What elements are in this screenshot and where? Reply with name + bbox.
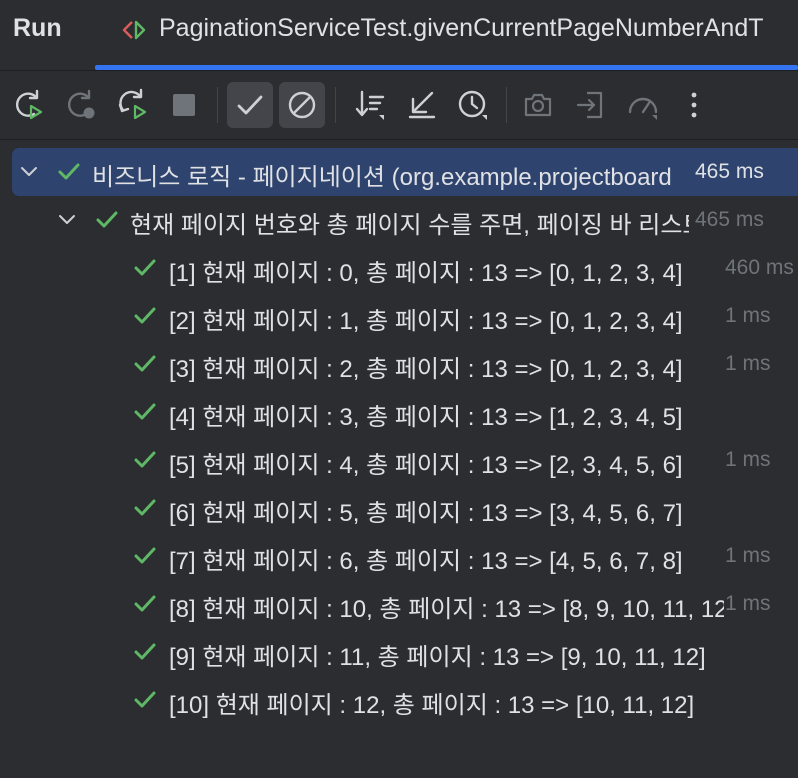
test-passed-icon [96,211,118,228]
import-tests-icon [576,91,603,119]
tree-node-test-case[interactable]: [8] 현재 페이지 : 10, 총 페이지 : 13 => [8, 9, 10… [0,580,798,628]
sort-by-duration-icon [458,90,487,120]
test-node-label: [5] 현재 페이지 : 4, 총 페이지 : 13 => [2, 3, 4, … [169,452,683,479]
sort-by-duration-button[interactable] [450,82,496,128]
more-options-icon [691,92,697,118]
test-duration: 1 ms [725,544,771,567]
tree-node-test-case[interactable]: [5] 현재 페이지 : 4, 총 페이지 : 13 => [2, 3, 4, … [0,436,798,484]
test-node-label: [3] 현재 페이지 : 2, 총 페이지 : 13 => [0, 1, 2, … [169,356,683,383]
test-node-label: [6] 현재 페이지 : 5, 총 페이지 : 13 => [3, 4, 5, … [169,500,683,527]
test-node-label: [2] 현재 페이지 : 1, 총 페이지 : 13 => [0, 1, 2, … [169,308,683,335]
tree-node-test-case[interactable]: [4] 현재 페이지 : 3, 총 페이지 : 13 => [1, 2, 3, … [0,388,798,436]
test-duration: 1 ms [725,352,771,375]
test-node-label: [4] 현재 페이지 : 3, 총 페이지 : 13 => [1, 2, 3, … [169,404,683,431]
test-node-label: [9] 현재 페이지 : 11, 총 페이지 : 13 => [9, 10, 1… [169,644,706,671]
rerun-button[interactable] [6,82,52,128]
test-node-label: 현재 페이지 번호와 총 페이지 수를 주면, 페이징 바 리스트를 만들어준다… [130,212,689,239]
toggle-auto-test-button[interactable] [110,82,156,128]
test-node-label: [10] 현재 페이지 : 12, 총 페이지 : 13 => [10, 11,… [169,692,695,719]
test-duration: 1 ms [725,448,771,471]
import-tests-button[interactable] [568,82,614,128]
test-node-label: [8] 현재 페이지 : 10, 총 페이지 : 13 => [8, 9, 10… [169,596,724,623]
tree-node-test-case[interactable]: [6] 현재 페이지 : 5, 총 페이지 : 13 => [3, 4, 5, … [0,484,798,532]
show-passed-icon [237,95,263,115]
test-passed-icon [134,307,156,324]
test-passed-icon [134,547,156,564]
show-ignored-toggle[interactable] [279,82,325,128]
tool-window-title: Run [13,14,62,42]
stop-button[interactable] [161,82,207,128]
test-passed-icon [134,643,156,660]
test-duration: 460 ms [725,256,794,279]
test-duration: 1 ms [725,592,771,615]
sort-alphabetically-icon [355,90,385,120]
screenshot-icon [524,93,552,117]
tree-node-test-class[interactable]: 비즈니스 로직 - 페이지네이션 (org.example.projectboa… [12,148,798,196]
screenshot-button[interactable] [515,82,561,128]
tab-title: PaginationServiceTest.givenCurrentPageNu… [159,14,764,42]
test-duration: 1 ms [725,304,771,327]
rerun-failed-icon [67,89,95,119]
test-passed-icon [134,691,156,708]
tree-node-test-case[interactable]: [10] 현재 페이지 : 12, 총 페이지 : 13 => [10, 11,… [0,676,798,724]
test-passed-icon [134,403,156,420]
more-options-button[interactable] [671,82,717,128]
chevron-down-icon[interactable] [20,164,38,180]
tree-node-test-case[interactable]: [7] 현재 페이지 : 6, 총 페이지 : 13 => [4, 5, 6, … [0,532,798,580]
tree-node-test-case[interactable]: [2] 현재 페이지 : 1, 총 페이지 : 13 => [0, 1, 2, … [0,292,798,340]
test-passed-icon [134,595,156,612]
collapse-all-icon [408,91,436,119]
collapse-all-button[interactable] [399,82,445,128]
toolbar-separator [335,87,336,123]
tree-node-test-case[interactable]: [3] 현재 페이지 : 2, 총 페이지 : 13 => [0, 1, 2, … [0,340,798,388]
test-history-icon [628,97,658,120]
toggle-auto-test-icon [118,88,147,120]
test-passed-icon [134,355,156,372]
toolbar-separator [506,87,507,123]
test-node-label: 비즈니스 로직 - 페이지네이션 (org.example.projectboa… [92,164,672,191]
tree-node-test-case[interactable]: [1] 현재 페이지 : 0, 총 페이지 : 13 => [0, 1, 2, … [0,244,798,292]
test-runner-toolbar [0,71,798,139]
tool-window-header: Run PaginationServiceTest.givenCurrentPa… [0,0,798,70]
test-history-button[interactable] [620,82,666,128]
rerun-failed-button[interactable] [58,82,104,128]
show-ignored-icon [288,91,316,119]
run-configuration-tab[interactable]: PaginationServiceTest.givenCurrentPageNu… [95,0,798,70]
toolbar-separator [217,87,218,123]
run-tool-window: Run PaginationServiceTest.givenCurrentPa… [0,0,798,778]
test-passed-icon [134,259,156,276]
test-node-label: [1] 현재 페이지 : 0, 총 페이지 : 13 => [0, 1, 2, … [169,260,683,287]
test-passed-icon [134,499,156,516]
tree-node-test-case[interactable]: [9] 현재 페이지 : 11, 총 페이지 : 13 => [9, 10, 1… [0,628,798,676]
sort-alphabetically-button[interactable] [347,82,393,128]
test-duration: 465 ms [695,160,764,183]
test-config-icon [122,20,146,40]
stop-icon [173,94,195,116]
test-duration: 465 ms [695,208,764,231]
test-results-tree: 비즈니스 로직 - 페이지네이션 (org.example.projectboa… [0,140,798,778]
show-passed-toggle[interactable] [227,82,273,128]
test-node-label: [7] 현재 페이지 : 6, 총 페이지 : 13 => [4, 5, 6, … [169,548,683,575]
test-passed-icon [134,451,156,468]
test-passed-icon [58,163,80,180]
rerun-icon [16,89,43,120]
chevron-down-icon[interactable] [58,212,76,228]
tree-node-test-method[interactable]: 현재 페이지 번호와 총 페이지 수를 주면, 페이징 바 리스트를 만들어준다… [0,196,798,244]
